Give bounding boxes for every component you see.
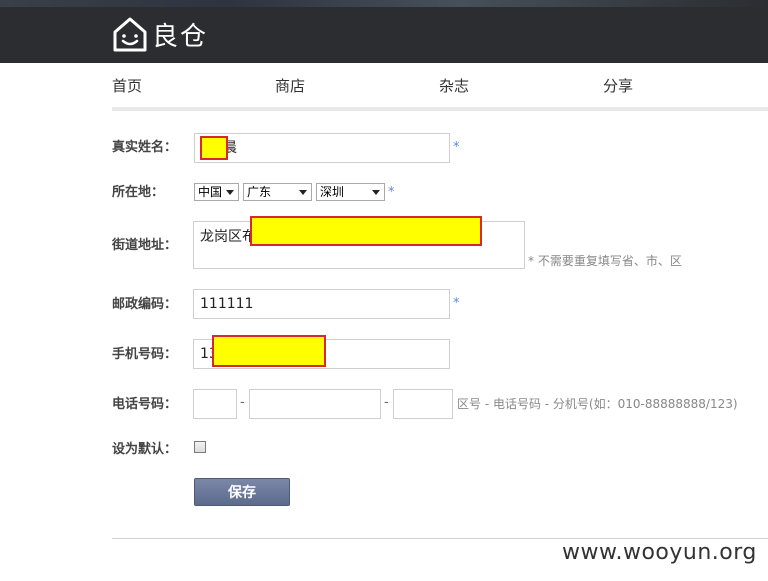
city-value: 深圳 (320, 185, 345, 199)
nav-divider (112, 107, 768, 111)
street-label: 街道地址： (112, 238, 178, 253)
redaction-box (212, 335, 326, 367)
redaction-box (250, 216, 482, 246)
watermark-text: www.wooyun.org (562, 540, 757, 565)
postal-value: 111111 (200, 296, 254, 312)
chevron-down-icon (299, 190, 307, 195)
site-header: 良仓 (0, 0, 768, 63)
main-nav: 首页 商店 杂志 分享 (0, 63, 768, 107)
phone-separator: - (384, 395, 389, 410)
chevron-down-icon (226, 190, 234, 195)
street-value: 龙岗区布 (200, 229, 256, 245)
chevron-down-icon (372, 190, 380, 195)
postal-label: 邮政编码： (112, 297, 178, 312)
default-label: 设为默认： (112, 442, 178, 457)
area-code-input[interactable] (193, 389, 237, 419)
country-value: 中国 (198, 185, 223, 199)
redaction-box (200, 136, 228, 160)
province-value: 广东 (247, 185, 272, 199)
logo-text[interactable]: 良仓 (152, 20, 208, 54)
nav-item-share[interactable]: 分享 (603, 77, 633, 95)
real-name-label: 真实姓名： (112, 140, 178, 155)
location-label: 所在地： (112, 185, 165, 200)
city-select[interactable]: 深圳 (316, 183, 385, 201)
nav-item-store[interactable]: 商店 (275, 77, 305, 95)
phone-label: 电话号码： (112, 397, 178, 412)
mobile-label: 手机号码： (112, 347, 178, 362)
footer-divider (112, 538, 768, 539)
country-select[interactable]: 中国 (194, 183, 239, 201)
province-select[interactable]: 广东 (243, 183, 312, 201)
postal-input[interactable]: 111111 (193, 289, 450, 319)
street-hint: * 不需要重复填写省、市、区 (528, 254, 682, 268)
default-checkbox[interactable] (194, 441, 206, 453)
house-smile-logo-icon[interactable] (112, 15, 148, 53)
extension-input[interactable] (393, 389, 453, 419)
nav-item-magazine[interactable]: 杂志 (439, 77, 469, 95)
required-mark: * (453, 296, 460, 311)
save-button[interactable]: 保存 (194, 478, 290, 506)
required-mark: * (453, 140, 460, 155)
required-mark: * (388, 185, 395, 200)
nav-item-home[interactable]: 首页 (112, 77, 142, 95)
phone-separator: - (240, 395, 245, 410)
phone-number-input[interactable] (249, 389, 381, 419)
header-banner-strip (0, 0, 768, 7)
phone-hint: 区号 - 电话号码 - 分机号(如：010-88888888/123) (457, 397, 738, 411)
real-name-input[interactable]: 晨 (194, 133, 450, 163)
